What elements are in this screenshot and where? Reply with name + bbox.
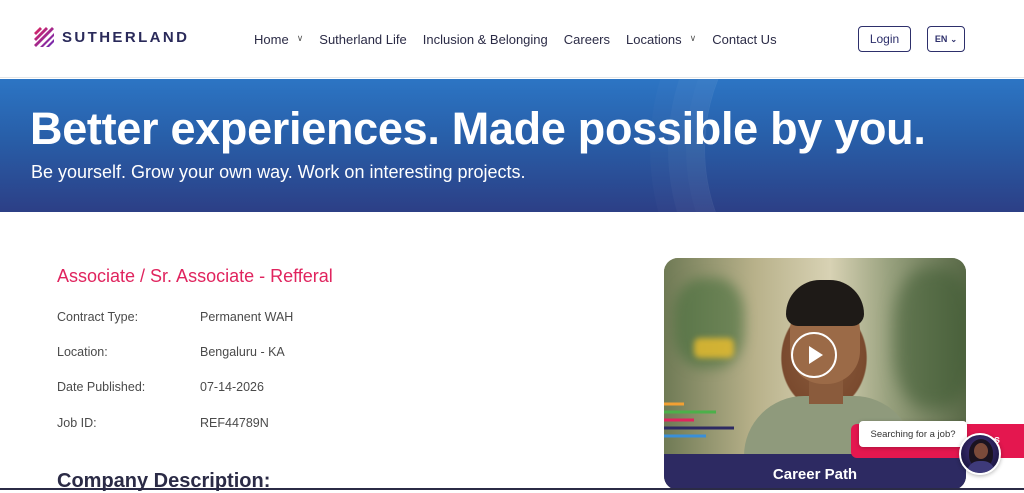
detail-label: Job ID:: [57, 416, 97, 430]
hero-title-part: Made possible by: [439, 103, 835, 154]
nav-item-inclusion-belonging[interactable]: Inclusion & Belonging: [423, 32, 548, 47]
play-button[interactable]: [791, 332, 837, 378]
avatar-head: [974, 443, 988, 459]
detail-value: Permanent WAH: [200, 310, 294, 324]
nav-item-careers[interactable]: Careers: [564, 32, 610, 47]
thumbnail-light: [694, 338, 734, 358]
hero-title: Better experiences. Made possible by you…: [30, 103, 926, 155]
nav-item-locations[interactable]: Locations ∨: [626, 32, 696, 47]
arrows-graphic-icon: [664, 402, 734, 438]
chat-assistant-avatar[interactable]: [959, 433, 1001, 475]
nav-item-sutherland-life[interactable]: Sutherland Life: [319, 32, 406, 47]
login-button[interactable]: Login: [858, 26, 911, 52]
nav-item-home[interactable]: Home ∨: [254, 32, 303, 47]
hero-title-bold: experiences.: [170, 103, 440, 154]
hero-title-part: Better: [30, 103, 171, 154]
detail-value: REF44789N: [200, 416, 269, 430]
thumbnail-foliage: [894, 268, 966, 408]
detail-label: Location:: [57, 345, 108, 359]
nav-item-label: Home: [254, 32, 289, 47]
nav-item-contact-us[interactable]: Contact Us: [712, 32, 776, 47]
sutherland-logo[interactable]: SUTHERLAND: [32, 25, 189, 49]
chevron-down-icon: ⌄: [950, 34, 958, 44]
job-title: Associate / Sr. Associate - Refferal: [57, 266, 333, 286]
chevron-down-icon: ∨: [689, 33, 697, 43]
nav-item-label: Inclusion & Belonging: [422, 32, 548, 47]
detail-value: 07-14-2026: [200, 380, 264, 394]
play-icon: [809, 346, 823, 364]
sutherland-logo-mark: [34, 27, 54, 47]
hero-title-bold: you.: [834, 103, 926, 154]
main-nav: Home ∨ Sutherland Life Inclusion & Belon…: [254, 32, 793, 47]
hero-banner: Better experiences. Made possible by you…: [0, 79, 1024, 212]
detail-value: Bengaluru - KA: [200, 345, 285, 359]
nav-item-label: Contact Us: [712, 32, 777, 47]
hero-subtitle: Be yourself. Grow your own way. Work on …: [31, 162, 526, 182]
logo-wordmark: SUTHERLAND: [62, 28, 190, 46]
language-code: EN: [934, 34, 948, 44]
detail-label: Contract Type:: [57, 310, 139, 324]
detail-label: Date Published:: [57, 380, 146, 394]
video-caption: Career Path: [664, 454, 966, 490]
avatar-body: [967, 461, 995, 473]
language-selector[interactable]: EN ⌄: [927, 26, 965, 52]
nav-item-label: Careers: [563, 32, 611, 47]
chevron-down-icon: ∨: [296, 33, 304, 43]
site-header: SUTHERLAND Home ∨ Sutherland Life Inclus…: [0, 0, 1024, 78]
nav-item-label: Locations: [626, 32, 682, 47]
nav-item-label: Sutherland Life: [319, 32, 407, 47]
chat-prompt-bubble[interactable]: Searching for a job?: [859, 421, 967, 447]
